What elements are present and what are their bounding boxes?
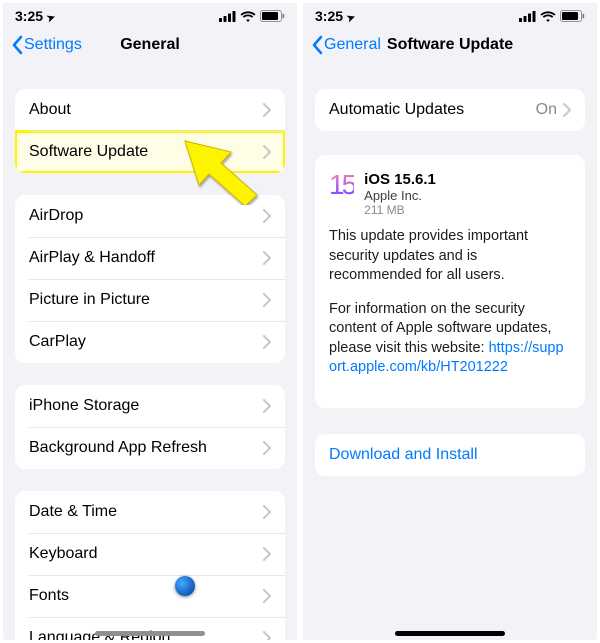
chevron-right-icon	[263, 589, 271, 603]
row-background-app-refresh[interactable]: Background App Refresh	[15, 427, 285, 469]
battery-icon	[260, 10, 285, 22]
row-label: Software Update	[29, 143, 263, 161]
row-label: About	[29, 101, 263, 119]
chevron-right-icon	[263, 103, 271, 117]
cellular-icon	[519, 11, 536, 22]
status-right-icons	[219, 10, 285, 22]
chevron-right-icon	[263, 145, 271, 159]
back-label: Settings	[24, 36, 82, 54]
page-title: Software Update	[387, 36, 513, 54]
update-scroll[interactable]: Automatic Updates On 15 iOS 15.6.1 Apple…	[303, 67, 597, 640]
chevron-right-icon	[263, 209, 271, 223]
nav-bar: Settings General	[3, 23, 297, 67]
row-fonts[interactable]: Fonts	[15, 575, 285, 617]
row-label: Automatic Updates	[329, 101, 536, 119]
row-label: AirDrop	[29, 207, 263, 225]
row-label: Date & Time	[29, 503, 263, 521]
chevron-right-icon	[263, 547, 271, 561]
chevron-right-icon	[263, 399, 271, 413]
chevron-right-icon	[263, 441, 271, 455]
update-details-card: 15 iOS 15.6.1 Apple Inc. 211 MB This upd…	[315, 155, 585, 408]
status-bar: 3:25 ➤	[303, 3, 597, 23]
row-keyboard[interactable]: Keyboard	[15, 533, 285, 575]
software-update-screen: 3:25 ➤ General Software Update Automatic…	[303, 3, 597, 640]
ios-version-icon: 15	[329, 171, 354, 217]
home-indicator[interactable]	[395, 631, 505, 636]
row-value: On	[536, 101, 557, 119]
chevron-right-icon	[263, 505, 271, 519]
row-label: AirPlay & Handoff	[29, 249, 263, 267]
general-settings-screen: 3:25 ➤ Settings General About Software U…	[3, 3, 297, 640]
status-right-icons	[519, 10, 585, 22]
row-label: Picture in Picture	[29, 291, 263, 309]
group-connectivity: AirDrop AirPlay & Handoff Picture in Pic…	[15, 195, 285, 363]
update-vendor: Apple Inc.	[364, 188, 436, 203]
group-auto-updates: Automatic Updates On	[315, 89, 585, 131]
back-button[interactable]: Settings	[11, 35, 82, 55]
status-bar: 3:25 ➤	[3, 3, 297, 23]
download-install-button[interactable]: Download and Install	[315, 434, 585, 476]
wifi-icon	[240, 11, 256, 22]
row-software-update[interactable]: Software Update	[15, 131, 285, 173]
update-desc-p1: This update provides important security …	[329, 227, 571, 286]
chevron-right-icon	[563, 103, 571, 117]
update-description: This update provides important security …	[329, 227, 571, 378]
chevron-right-icon	[263, 293, 271, 307]
row-automatic-updates[interactable]: Automatic Updates On	[315, 89, 585, 131]
row-date-time[interactable]: Date & Time	[15, 491, 285, 533]
row-language-region[interactable]: Language & Region	[15, 617, 285, 640]
group-storage: iPhone Storage Background App Refresh	[15, 385, 285, 469]
update-os-name: iOS 15.6.1	[364, 171, 436, 188]
chevron-left-icon	[311, 35, 323, 55]
home-indicator[interactable]	[95, 631, 205, 636]
nav-bar: General Software Update	[303, 23, 597, 67]
group-locale: Date & Time Keyboard Fonts Language & Re…	[15, 491, 285, 640]
row-picture-in-picture[interactable]: Picture in Picture	[15, 279, 285, 321]
back-button[interactable]: General	[311, 35, 381, 55]
chevron-left-icon	[11, 35, 23, 55]
cursor-icon	[175, 576, 195, 596]
row-about[interactable]: About	[15, 89, 285, 131]
settings-scroll[interactable]: About Software Update AirDrop AirPlay & …	[3, 67, 297, 640]
row-label: Keyboard	[29, 545, 263, 563]
update-desc-p2: For information on the security content …	[329, 300, 571, 378]
cellular-icon	[219, 11, 236, 22]
wifi-icon	[540, 11, 556, 22]
back-label: General	[324, 36, 381, 54]
row-airplay-handoff[interactable]: AirPlay & Handoff	[15, 237, 285, 279]
update-info: iOS 15.6.1 Apple Inc. 211 MB	[364, 171, 436, 217]
status-time: 3:25 ➤	[315, 8, 355, 24]
row-label: Background App Refresh	[29, 439, 263, 457]
battery-icon	[560, 10, 585, 22]
status-time: 3:25 ➤	[15, 8, 55, 24]
group-about: About Software Update	[15, 89, 285, 173]
chevron-right-icon	[263, 335, 271, 349]
row-carplay[interactable]: CarPlay	[15, 321, 285, 363]
update-size: 211 MB	[364, 203, 436, 217]
row-label: iPhone Storage	[29, 397, 263, 415]
row-iphone-storage[interactable]: iPhone Storage	[15, 385, 285, 427]
row-airdrop[interactable]: AirDrop	[15, 195, 285, 237]
chevron-right-icon	[263, 251, 271, 265]
row-label: CarPlay	[29, 333, 263, 351]
row-label: Fonts	[29, 587, 263, 605]
chevron-right-icon	[263, 631, 271, 640]
update-header: 15 iOS 15.6.1 Apple Inc. 211 MB	[329, 171, 571, 217]
